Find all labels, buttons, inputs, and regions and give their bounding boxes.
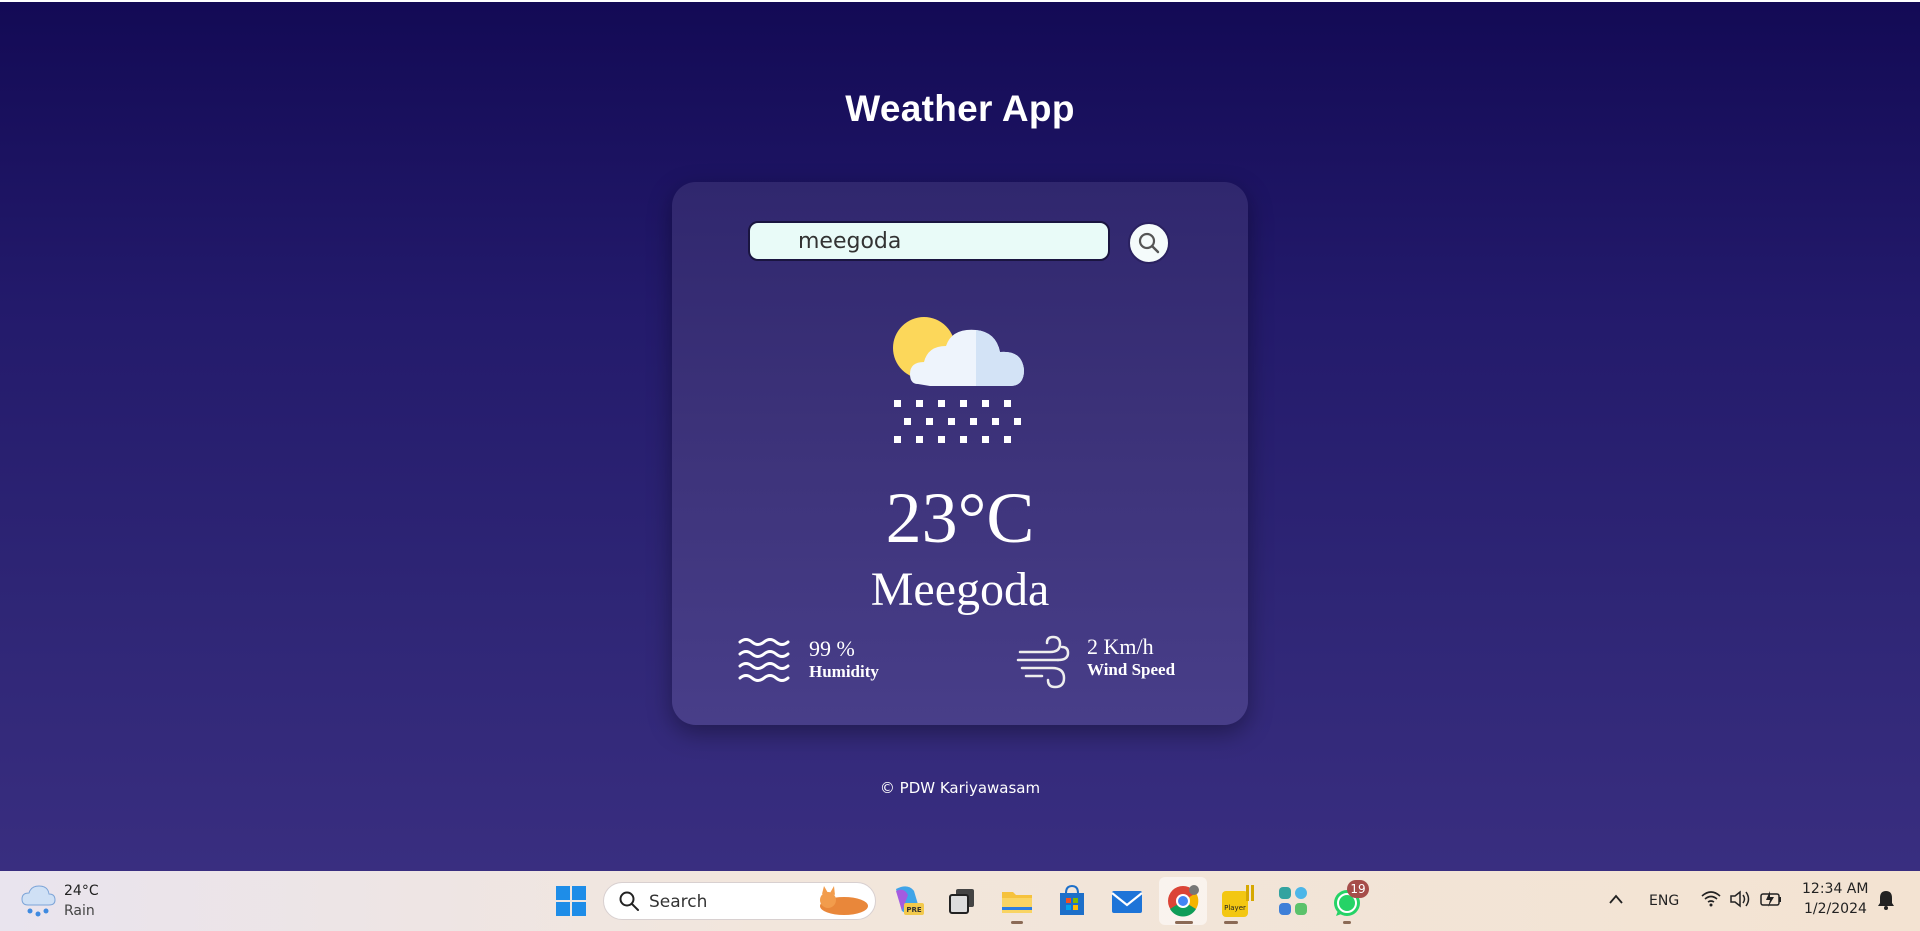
fox-illustration-icon: [820, 886, 868, 915]
player-running-indicator: [1224, 921, 1238, 924]
clock-date[interactable]: 1/2/2024: [1804, 901, 1867, 917]
search-icon: [1138, 232, 1160, 254]
pre-badge-text: PRE: [906, 906, 922, 914]
copilot-icon[interactable]: PRE: [890, 883, 926, 919]
humidity-label: Humidity: [809, 662, 879, 681]
clock-time[interactable]: 12:34 AM: [1802, 881, 1868, 897]
city-search-input[interactable]: [748, 221, 1110, 261]
taskbar-weather-condition: Rain: [64, 903, 95, 919]
taskbar-search-box[interactable]: Search: [603, 882, 876, 920]
whatsapp-notification-badge: 19: [1347, 880, 1369, 898]
file-explorer-icon[interactable]: [999, 883, 1035, 919]
taskbar-search-placeholder: Search: [649, 892, 708, 912]
humidity-value: 99 %: [809, 636, 855, 661]
chevron-up-icon[interactable]: [1608, 893, 1624, 905]
app-title: Weather App: [845, 88, 1075, 129]
chrome-running-indicator: [1175, 921, 1193, 924]
snow-cloud-sun-icon: [893, 317, 1024, 443]
weather-card: 23°C Meegoda 99 % Humidity: [672, 182, 1248, 725]
temperature: 23°C: [885, 478, 1035, 558]
player-label-text: Player: [1224, 904, 1246, 912]
wind-icon: [1016, 635, 1070, 689]
microsoft-store-icon[interactable]: [1054, 883, 1090, 919]
city-name: Meegoda: [870, 563, 1050, 616]
whatsapp-running-indicator: [1343, 921, 1351, 924]
taskbar-weather-temp: 24°C: [64, 883, 99, 899]
player-app-icon[interactable]: Player: [1220, 883, 1256, 919]
mail-icon[interactable]: [1109, 883, 1145, 919]
notification-bell-icon[interactable]: [1876, 889, 1896, 911]
app-grid-icon[interactable]: [1275, 883, 1311, 919]
taskbar: 24°C Rain Search PRE Player 19 ENG 12:34…: [0, 871, 1920, 931]
battery-charging-icon[interactable]: [1759, 889, 1783, 909]
file-explorer-running-indicator: [1011, 921, 1023, 924]
task-view-icon[interactable]: [944, 883, 980, 919]
volume-icon[interactable]: [1729, 889, 1751, 909]
search-icon: [619, 891, 639, 911]
humidity-waves-icon: [738, 638, 790, 682]
rain-cloud-icon: [21, 885, 56, 917]
wind-value: 2 Km/h: [1087, 634, 1154, 659]
wind-label: Wind Speed: [1087, 660, 1176, 679]
language-indicator[interactable]: ENG: [1649, 893, 1679, 909]
windows-start-icon[interactable]: [553, 883, 589, 919]
search-button[interactable]: [1128, 222, 1170, 264]
page-background: Weather App 23°C Meegoda: [0, 2, 1920, 871]
chrome-icon[interactable]: [1165, 883, 1201, 919]
footer-credit: © PDW Kariyawasam: [879, 779, 1041, 797]
wifi-icon[interactable]: [1700, 889, 1722, 909]
